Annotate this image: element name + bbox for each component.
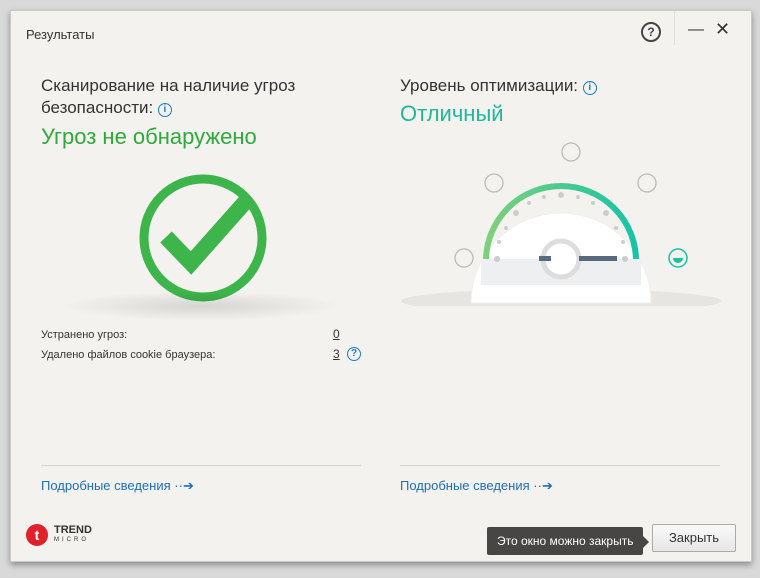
sad-face-icon xyxy=(484,173,504,193)
trend-micro-logo: t TREND MICRO xyxy=(26,524,92,546)
optimization-gauge xyxy=(401,142,721,306)
optimization-details-link[interactable]: Подробные сведения ··➔ xyxy=(400,478,553,494)
info-icon[interactable]: i xyxy=(157,103,172,117)
link-label: Подробные сведения xyxy=(400,478,530,493)
angry-face-icon xyxy=(454,248,474,268)
optimization-heading: Уровень оптимизации: i xyxy=(400,75,597,97)
neutral-face-icon xyxy=(561,142,581,162)
scan-heading-line1: Сканирование на наличие угроз xyxy=(41,76,296,95)
link-label: Подробные сведения xyxy=(41,478,171,493)
window-title: Результаты xyxy=(26,27,95,42)
optimization-status: Отличный xyxy=(400,101,504,126)
close-icon[interactable]: ✕ xyxy=(715,19,730,40)
divider xyxy=(400,465,720,466)
scan-heading-line2: безопасности: xyxy=(41,98,154,117)
threats-fixed-label: Устранено угроз: xyxy=(41,329,128,341)
logo-icon: t xyxy=(26,524,48,546)
close-button[interactable]: Закрыть xyxy=(652,524,736,552)
help-icon[interactable]: ? xyxy=(347,347,361,361)
tooltip: Это окно можно закрыть xyxy=(487,527,650,555)
optimization-heading-text: Уровень оптимизации: xyxy=(400,76,579,95)
threats-fixed-value[interactable]: 0 xyxy=(333,327,340,341)
arrow-right-icon: ··➔ xyxy=(533,478,553,493)
cookies-removed-value[interactable]: 3 xyxy=(333,347,340,361)
scan-details-link[interactable]: Подробные сведения ··➔ xyxy=(41,478,194,494)
results-window: Результаты ? — ✕ Сканирование на наличие… xyxy=(10,10,752,562)
scan-status: Угроз не обнаружено xyxy=(41,124,257,149)
logo-subtext: MICRO xyxy=(54,537,89,543)
checkmark-illustration xyxy=(41,171,361,321)
logo-text: TREND xyxy=(54,524,92,536)
help-icon[interactable]: ? xyxy=(641,22,661,42)
divider xyxy=(674,11,675,45)
info-icon[interactable]: i xyxy=(582,81,597,95)
scan-heading: Сканирование на наличие угроз безопаснос… xyxy=(41,75,295,119)
divider xyxy=(41,465,361,466)
cookies-removed-label: Удалено файлов cookie браузера: xyxy=(41,349,216,361)
happy-face-icon xyxy=(637,173,657,193)
arrow-right-icon: ··➔ xyxy=(174,478,194,493)
minimize-button[interactable]: — xyxy=(688,21,704,39)
